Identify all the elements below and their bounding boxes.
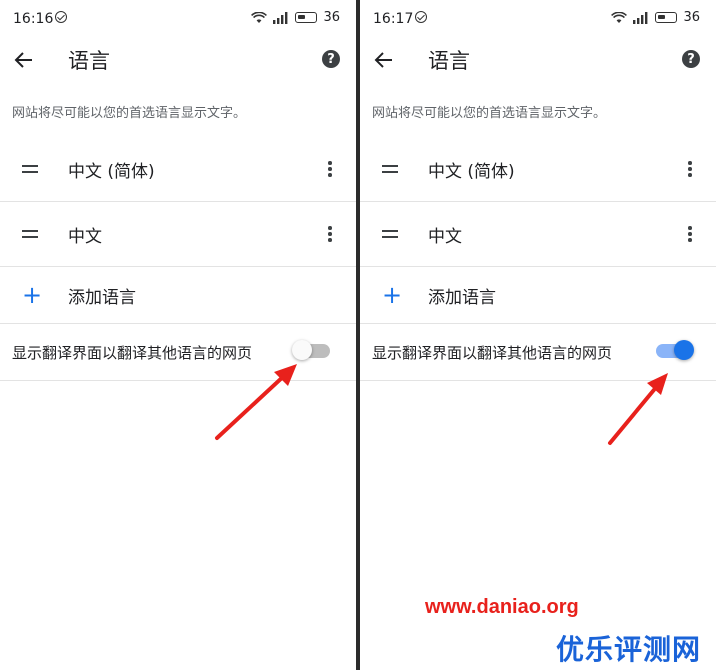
watermark-brand: 优乐评测网: [556, 633, 702, 666]
panel-after: 16:17 36 语言 ? 网站将尽可能以您的首选语言显示文字。 中文 (简体)…: [360, 0, 716, 670]
help-button[interactable]: ?: [682, 50, 700, 68]
translate-toggle-switch[interactable]: [656, 340, 694, 360]
page-title: 语言: [428, 49, 470, 73]
translate-toggle-label: 显示翻译界面以翻译其他语言的网页: [12, 343, 253, 362]
page-description: 网站将尽可能以您的首选语言显示文字。: [372, 106, 607, 121]
plus-icon: +: [382, 281, 403, 309]
language-label: 中文 (简体): [428, 161, 515, 182]
page-description: 网站将尽可能以您的首选语言显示文字。: [12, 106, 247, 121]
language-item[interactable]: 中文 (简体): [0, 137, 356, 202]
cell-signal-icon: [273, 11, 289, 24]
battery-level: 36: [683, 10, 700, 25]
battery-icon: [655, 12, 678, 23]
status-bar: 16:17 36: [360, 0, 716, 36]
app-bar: 语言 ?: [0, 36, 356, 84]
arrow-left-icon: [374, 52, 392, 68]
help-circle-icon: ?: [327, 51, 335, 67]
drag-handle-icon[interactable]: [382, 230, 398, 238]
translate-setting-row[interactable]: 显示翻译界面以翻译其他语言的网页: [0, 324, 356, 381]
drag-handle-icon[interactable]: [382, 165, 398, 173]
translate-toggle-switch[interactable]: [292, 340, 330, 360]
wifi-icon: [251, 11, 268, 24]
language-item[interactable]: 中文 (简体): [360, 137, 716, 202]
battery-level: 36: [323, 10, 340, 25]
more-vert-icon[interactable]: [688, 161, 692, 177]
language-item[interactable]: 中文: [360, 202, 716, 267]
language-label: 中文: [428, 226, 462, 247]
more-vert-icon[interactable]: [328, 226, 332, 242]
app-bar: 语言 ?: [360, 36, 716, 84]
arrow-left-icon: [14, 52, 32, 68]
status-time: 16:16: [13, 11, 54, 27]
wifi-icon: [611, 11, 628, 24]
more-vert-icon[interactable]: [328, 161, 332, 177]
add-language-button[interactable]: + 添加语言: [360, 267, 716, 324]
battery-icon: [295, 12, 318, 23]
language-label: 中文: [68, 226, 102, 247]
help-circle-icon: ?: [687, 51, 695, 67]
check-circle-icon: [55, 11, 67, 23]
back-button[interactable]: [370, 46, 398, 74]
watermark-url: www.daniao.org: [425, 596, 579, 618]
page-title: 语言: [68, 49, 110, 73]
screenshot-comparison: 16:16 36 语言 ? 网站将尽可能以您的首选语言显示文字。 中文 (简体)…: [0, 0, 716, 670]
translate-toggle-label: 显示翻译界面以翻译其他语言的网页: [372, 343, 613, 362]
add-language-button[interactable]: + 添加语言: [0, 267, 356, 324]
status-time: 16:17: [373, 11, 414, 27]
check-circle-icon: [415, 11, 427, 23]
status-bar: 16:16 36: [0, 0, 356, 36]
cell-signal-icon: [633, 11, 649, 24]
language-item[interactable]: 中文: [0, 202, 356, 267]
plus-icon: +: [22, 281, 43, 309]
translate-setting-row[interactable]: 显示翻译界面以翻译其他语言的网页: [360, 324, 716, 381]
more-vert-icon[interactable]: [688, 226, 692, 242]
language-label: 中文 (简体): [68, 161, 155, 182]
add-language-label: 添加语言: [68, 287, 136, 308]
panel-before: 16:16 36 语言 ? 网站将尽可能以您的首选语言显示文字。 中文 (简体)…: [0, 0, 356, 670]
toggle-knob[interactable]: [292, 340, 312, 360]
drag-handle-icon[interactable]: [22, 230, 38, 238]
back-button[interactable]: [10, 46, 38, 74]
drag-handle-icon[interactable]: [22, 165, 38, 173]
add-language-label: 添加语言: [428, 287, 496, 308]
help-button[interactable]: ?: [322, 50, 340, 68]
toggle-knob[interactable]: [674, 340, 694, 360]
